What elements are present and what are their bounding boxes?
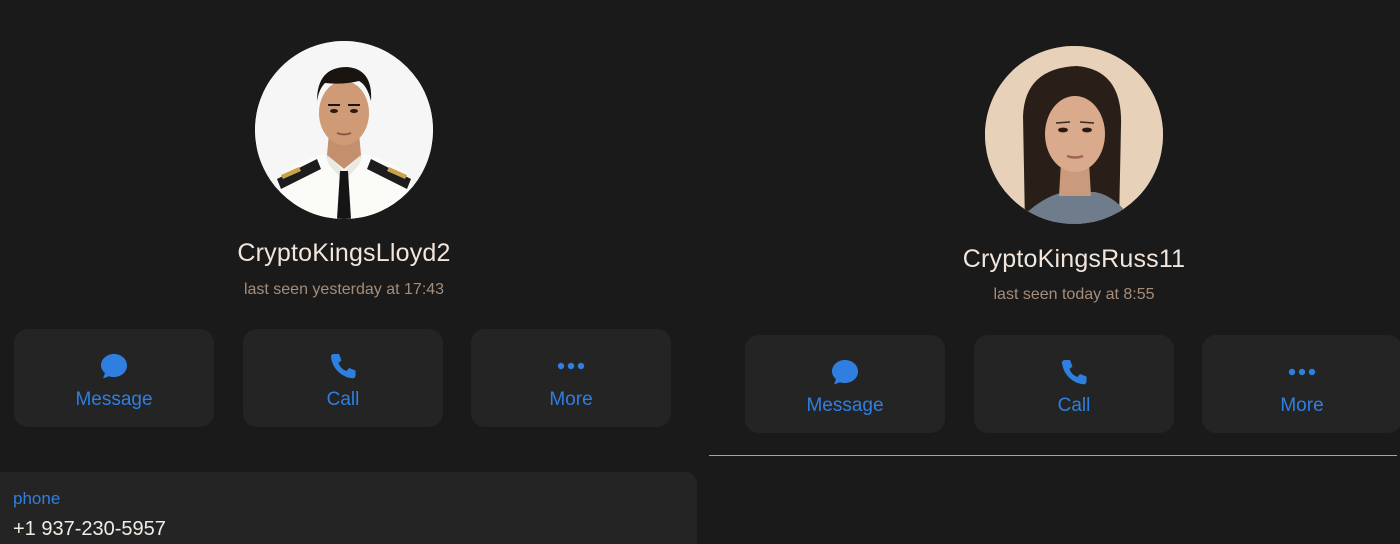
last-seen-status: last seen today at 8:55 (993, 286, 1155, 303)
more-dots-icon (1287, 357, 1317, 387)
contact-profile-left: CryptoKingsLloyd2 last seen yesterday at… (0, 0, 700, 544)
call-button-label: Call (326, 389, 360, 410)
message-button-label: Message (75, 389, 153, 410)
phone-number[interactable]: +1 937-230-5957 (13, 518, 166, 541)
message-button[interactable]: Message (745, 335, 945, 433)
more-dots-icon (556, 351, 586, 381)
contact-name: CryptoKingsRuss11 (962, 245, 1186, 273)
avatar[interactable] (255, 41, 433, 219)
more-button-label: More (1280, 395, 1324, 416)
phone-info-card[interactable]: phone +1 937-230-5957 (0, 472, 697, 544)
contact-name: CryptoKingsLloyd2 (237, 239, 451, 267)
avatar[interactable] (985, 46, 1163, 224)
last-seen-status: last seen yesterday at 17:43 (243, 281, 445, 298)
phone-icon (1059, 357, 1089, 387)
message-bubble-icon (99, 351, 129, 381)
phone-icon (328, 351, 358, 381)
message-button-label: Message (806, 395, 884, 416)
call-button-label: Call (1057, 395, 1091, 416)
message-bubble-icon (830, 357, 860, 387)
section-divider (709, 455, 1397, 456)
profile-photo-woman (985, 46, 1163, 224)
contact-profile-right: CryptoKingsRuss11 last seen today at 8:5… (704, 0, 1400, 544)
message-button[interactable]: Message (14, 329, 214, 427)
more-button[interactable]: More (471, 329, 671, 427)
profile-photo-man-uniform (255, 41, 433, 219)
more-button-label: More (549, 389, 593, 410)
contact-comparison-screen: CryptoKingsLloyd2 last seen yesterday at… (0, 0, 1400, 544)
call-button[interactable]: Call (243, 329, 443, 427)
more-button[interactable]: More (1202, 335, 1400, 433)
call-button[interactable]: Call (974, 335, 1174, 433)
phone-label: phone (13, 489, 61, 508)
